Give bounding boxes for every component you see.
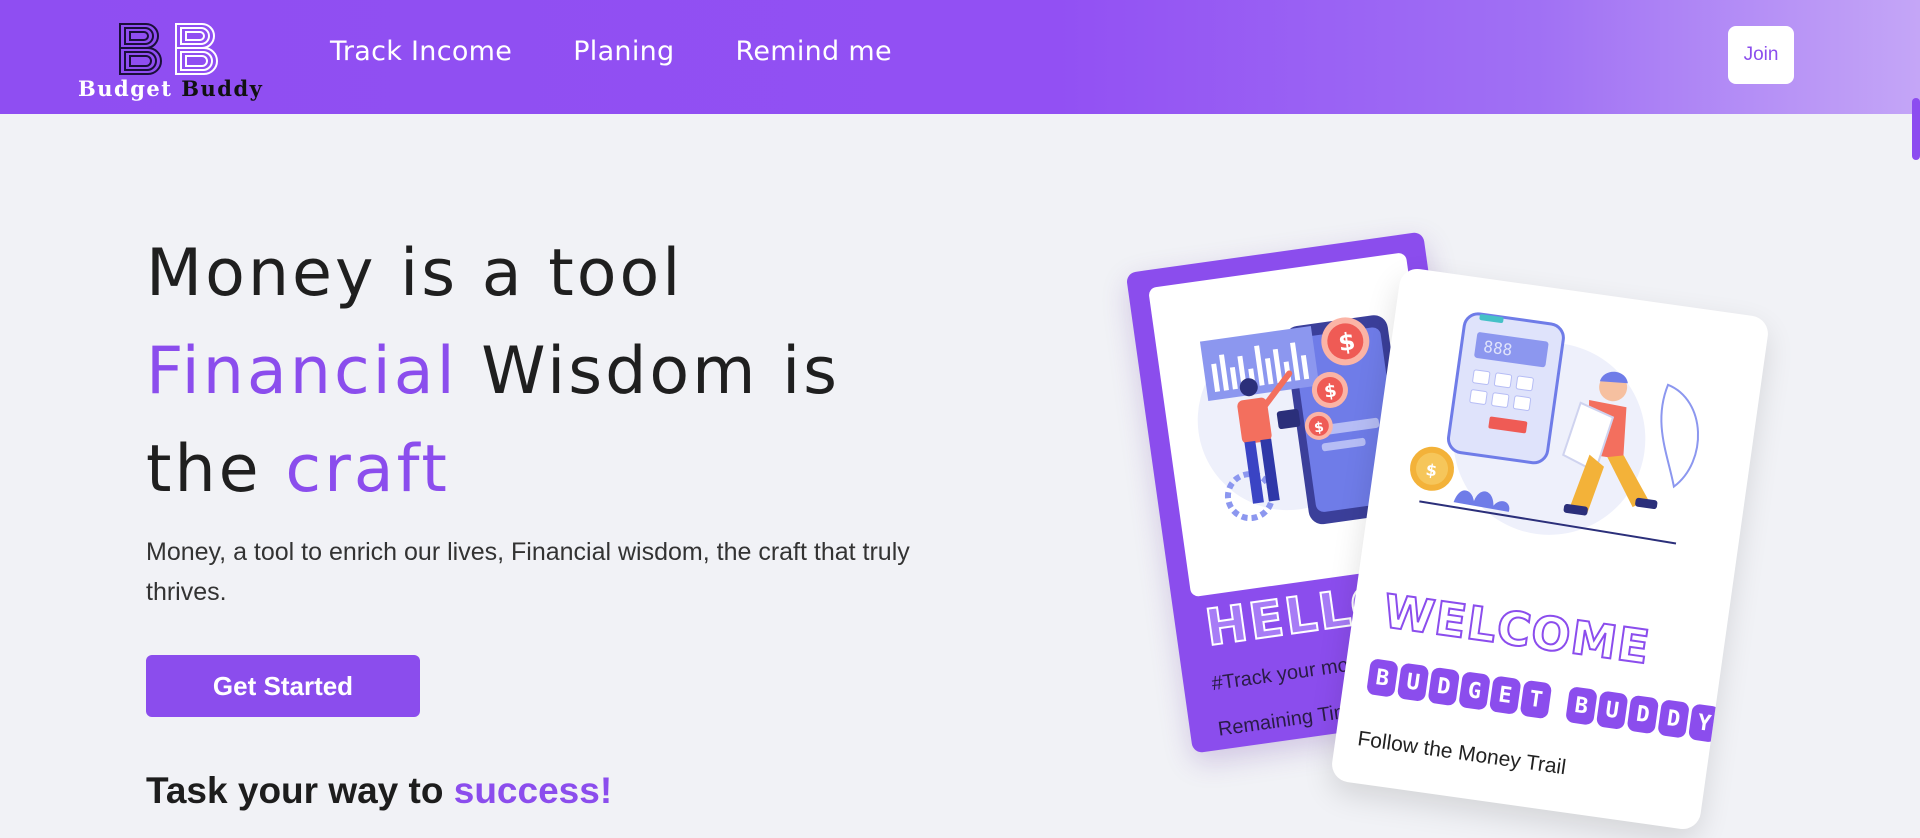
page-scrollbar-thumb[interactable] — [1912, 98, 1920, 160]
brand-letter-gap — [1550, 684, 1567, 721]
headline-accent-financial: Financial — [146, 334, 458, 409]
follow-money-trail-text: Follow the Money Trail — [1356, 727, 1568, 780]
calculator-person-illustration-icon: 888 $ — [1410, 312, 1700, 545]
brand-letter-tile: B — [1565, 686, 1598, 726]
logo-word-budget: Budget — [78, 76, 173, 101]
nav-link-planing[interactable]: Planing — [573, 36, 674, 67]
task-heading-accent: success! — [453, 770, 613, 811]
logo-word-buddy: Buddy — [181, 76, 264, 101]
nav-link-track-income[interactable]: Track Income — [330, 36, 512, 67]
budget-buddy-logo[interactable]: Budget Buddy — [76, 18, 266, 104]
bb-monogram-icon — [119, 23, 218, 75]
nav-link-remind-me[interactable]: Remind me — [735, 36, 891, 67]
brand-letter-tile: Y — [1687, 703, 1721, 743]
task-heading: Task your way to success! — [146, 770, 612, 812]
get-started-button[interactable]: Get Started — [146, 655, 420, 717]
brand-letter-tile: E — [1488, 675, 1522, 715]
brand-letter-tile: U — [1595, 690, 1629, 730]
brand-letter-tile: B — [1366, 658, 1399, 698]
primary-nav: Track Income Planing Remind me — [330, 36, 892, 67]
join-button[interactable]: Join — [1728, 26, 1794, 84]
svg-text:$: $ — [1313, 419, 1325, 436]
brand-letter-tile: T — [1519, 679, 1553, 720]
headline-line-1: Money is a tool — [146, 236, 684, 311]
hero-description: Money, a tool to enrich our lives, Finan… — [146, 538, 910, 606]
hero-headline: Money is a tool Financial Wisdom is the … — [146, 225, 1006, 519]
logo-wordmark: Budget Buddy — [78, 76, 263, 101]
brand-letter-tile: G — [1458, 671, 1491, 711]
welcome-card: 888 $ WELCOME B U D G E T B U D D Y Foll — [1329, 266, 1771, 832]
budget-buddy-tiles: B U D G E T B U D D Y — [1366, 658, 1721, 743]
brand-letter-tile: D — [1427, 666, 1461, 707]
brand-letter-tile: D — [1657, 699, 1690, 739]
headline-the: the — [146, 432, 286, 507]
headline-accent-craft: craft — [285, 432, 450, 507]
headline-wisdom-is: Wisdom is — [457, 334, 840, 409]
calculator-display: 888 — [1482, 337, 1513, 360]
task-heading-prefix: Task your way to — [146, 770, 454, 811]
brand-letter-tile: U — [1396, 662, 1430, 703]
svg-text:$: $ — [1323, 380, 1338, 403]
brand-letter-tile: D — [1626, 694, 1660, 735]
top-navbar: Budget Buddy Track Income Planing Remind… — [0, 0, 1920, 114]
